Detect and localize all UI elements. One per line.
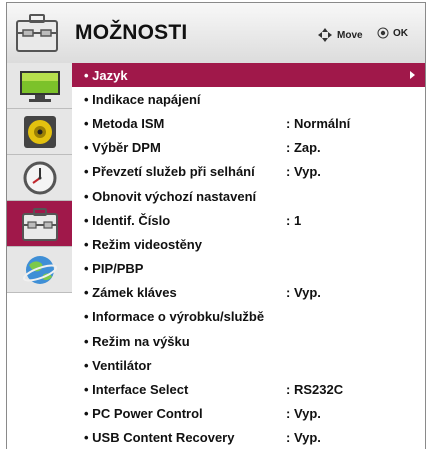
sidebar-item-picture[interactable] bbox=[7, 63, 72, 109]
menu-item-interface-select[interactable]: • Interface Select : RS232C bbox=[72, 377, 425, 401]
picture-monitor-icon bbox=[19, 70, 60, 102]
menu-item-set-id[interactable]: • Identif. Číslo : 1 bbox=[72, 208, 425, 232]
sidebar-item-time[interactable] bbox=[7, 155, 72, 201]
clock-icon bbox=[23, 161, 56, 194]
menu-item-key-lock[interactable]: • Zámek kláves : Vyp. bbox=[72, 281, 425, 305]
ok-button-icon bbox=[377, 27, 389, 39]
category-sidebar bbox=[7, 63, 72, 293]
chevron-right-icon bbox=[410, 71, 415, 80]
move-hint: Move bbox=[317, 27, 363, 43]
menu-item-pip-pbp[interactable]: • PIP/PBP bbox=[72, 257, 425, 281]
move-label: Move bbox=[337, 29, 363, 41]
options-list: • Jazyk • Indikace napájení • Metoda ISM… bbox=[72, 63, 425, 450]
menu-item-dpm-select[interactable]: • Výběr DPM : Zap. bbox=[72, 136, 425, 160]
menu-header: MOŽNOSTI Move OK bbox=[7, 3, 425, 64]
menu-item-factory-reset[interactable]: • Obnovit výchozí nastavení bbox=[72, 184, 425, 208]
toolbox-icon bbox=[21, 207, 58, 241]
ok-label: OK bbox=[393, 27, 408, 39]
menu-item-portrait-mode[interactable]: • Režim na výšku bbox=[72, 329, 425, 353]
menu-item-pc-power-control[interactable]: • PC Power Control : Vyp. bbox=[72, 402, 425, 426]
sidebar-item-network[interactable] bbox=[7, 247, 72, 293]
page-title: MOŽNOSTI bbox=[75, 21, 188, 44]
menu-item-video-wall[interactable]: • Režim videostěny bbox=[72, 232, 425, 256]
menu-item-power-indicator[interactable]: • Indikace napájení bbox=[72, 87, 425, 111]
menu-item-ism-method[interactable]: • Metoda ISM : Normální bbox=[72, 111, 425, 135]
toolbox-icon bbox=[16, 14, 58, 52]
menu-item-language[interactable]: • Jazyk bbox=[72, 63, 425, 88]
audio-speaker-icon bbox=[23, 115, 56, 148]
menu-item-usb-content-recovery[interactable]: • USB Content Recovery : Vyp. bbox=[72, 426, 425, 450]
ok-hint: OK bbox=[377, 27, 408, 39]
menu-item-product-info[interactable]: • Informace o výrobku/službě bbox=[72, 305, 425, 329]
menu-item-fan[interactable]: • Ventilátor bbox=[72, 353, 425, 377]
directional-pad-icon bbox=[318, 28, 332, 42]
sidebar-item-options[interactable] bbox=[7, 201, 72, 247]
sidebar-item-audio[interactable] bbox=[7, 109, 72, 155]
menu-item-failover[interactable]: • Převzetí služeb při selhání : Vyp. bbox=[72, 160, 425, 184]
network-globe-icon bbox=[22, 255, 57, 284]
